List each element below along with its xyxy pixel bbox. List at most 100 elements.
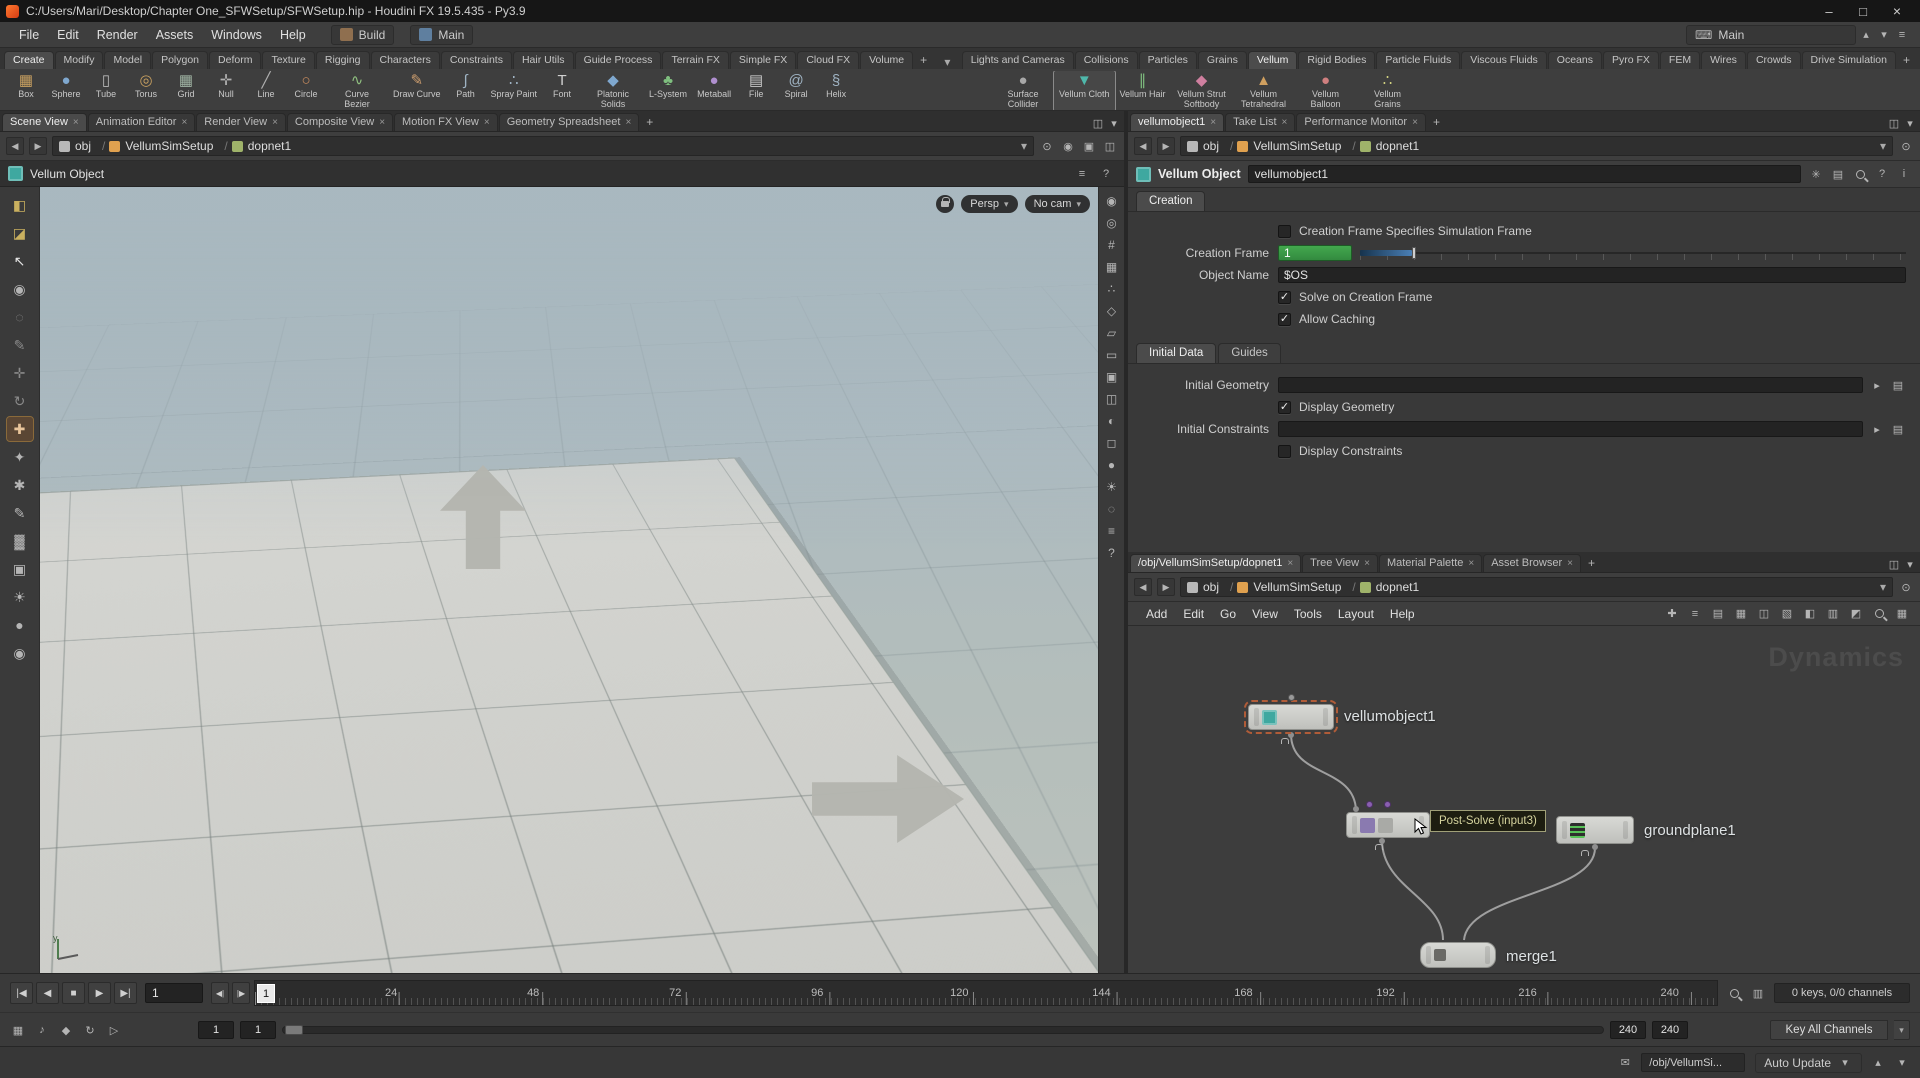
shelf-tool-vellum-strut-softbody[interactable]: ◆ Vellum Strut Softbody (1171, 71, 1233, 110)
network-search-icon[interactable] (1871, 606, 1887, 622)
shelf-tool-platonic-solids[interactable]: ◆ Platonic Solids (582, 71, 644, 110)
shelf-tab-grains[interactable]: Grains (1197, 51, 1247, 69)
shelf-tool-vellum-hair[interactable]: ∥ Vellum Hair (1115, 71, 1171, 110)
pane-menu-icon[interactable]: ▾ (1902, 115, 1918, 131)
pin-icon[interactable]: ⊙ (1039, 138, 1055, 154)
shelf-tool-helix[interactable]: § Helix (816, 71, 856, 110)
paint-tool-icon[interactable]: ✎ (7, 501, 33, 525)
shelf-tool-grid[interactable]: ▦ Grid (166, 71, 206, 110)
path-dropdown-icon[interactable]: ▾ (1021, 139, 1027, 153)
timeline-options-icon[interactable]: ▦ (10, 1022, 26, 1038)
shelf-tab-particle-fluids[interactable]: Particle Fluids (1376, 51, 1461, 69)
playback-end-field[interactable]: 240 (1610, 1021, 1646, 1039)
pane-tab-render-view[interactable]: Render View × (196, 113, 286, 131)
shelf-tab-polygon[interactable]: Polygon (152, 51, 209, 69)
shelf-tool-metaball[interactable]: ● Metaball (692, 71, 736, 110)
path-dropdown-icon[interactable]: ▾ (1880, 139, 1886, 153)
scene-graph-icon[interactable]: ◪ (7, 221, 33, 245)
shelf-tab-fem[interactable]: FEM (1659, 51, 1701, 69)
pane-tab-composite-view[interactable]: Composite View × (286, 113, 394, 131)
shelf-tab-model[interactable]: Model (104, 51, 152, 69)
camera-tool-icon[interactable]: ▣ (7, 557, 33, 581)
display-options-icon[interactable]: ≡ (1074, 166, 1090, 182)
shelf-tab-characters[interactable]: Characters (370, 51, 440, 69)
nav-forward-button[interactable]: ▶ (29, 137, 47, 155)
shelf-tool-spiral[interactable]: @ Spiral (776, 71, 816, 110)
close-tab-icon[interactable]: × (1468, 558, 1474, 569)
node-merge1[interactable] (1420, 942, 1496, 968)
prev-key-button[interactable]: ◀| (211, 982, 229, 1004)
shelf-tab-terrain-fx[interactable]: Terrain FX (662, 51, 729, 69)
crumb-dopnet1[interactable]: dopnet1 (231, 139, 291, 153)
nav-back-button[interactable]: ◀ (1134, 578, 1152, 596)
nav-forward-button[interactable]: ▶ (1157, 137, 1175, 155)
shelf-tool-torus[interactable]: ◎ Torus (126, 71, 166, 110)
menu-help[interactable]: Help (271, 25, 315, 45)
shelf-tab-modify[interactable]: Modify (54, 51, 104, 69)
pane-tab-performance-monitor[interactable]: Performance Monitor × (1296, 113, 1426, 131)
network-menu-tools[interactable]: Tools (1286, 605, 1330, 623)
build-shelf-combo[interactable]: Build (330, 24, 395, 45)
display-options-icon[interactable]: ≡ (1102, 521, 1122, 540)
lighting-icon[interactable]: ☀ (1102, 477, 1122, 496)
pane-tab-tree-view[interactable]: Tree View × (1302, 554, 1378, 572)
smooth-shading-icon[interactable]: ● (1102, 455, 1122, 474)
network-organize-icon[interactable]: ✚ (1664, 606, 1680, 622)
color-palette-icon[interactable]: ▧ (1779, 606, 1795, 622)
shelf-tool-spray-paint[interactable]: ∴ Spray Paint (486, 71, 543, 110)
shelf-tab-hair-utils[interactable]: Hair Utils (512, 51, 574, 69)
close-tab-icon[interactable]: × (1412, 117, 1418, 128)
initial-constraints-field[interactable] (1278, 421, 1863, 437)
node-name-field[interactable]: vellumobject1 (1247, 165, 1801, 183)
close-tab-icon[interactable]: × (73, 117, 79, 128)
translate-tool-icon[interactable]: ✛ (7, 361, 33, 385)
range-slider-thumb[interactable] (285, 1025, 303, 1035)
shelf-tool-l-system[interactable]: ♣ L-System (644, 71, 692, 110)
shelf-tab-particles[interactable]: Particles (1138, 51, 1197, 69)
pane-menu-icon[interactable]: ▾ (1106, 115, 1122, 131)
close-tab-icon[interactable]: × (1287, 558, 1293, 569)
current-frame-field[interactable]: 1 (145, 983, 203, 1003)
shelf-tab-deform[interactable]: Deform (209, 51, 262, 69)
crumb-vellumsimsetup[interactable]: VellumSimSetup (1237, 580, 1355, 594)
point-snap-icon[interactable]: ∴ (1102, 279, 1122, 298)
shelf-tool-circle[interactable]: ○ Circle (286, 71, 326, 110)
key-all-channels-dropdown[interactable]: ▾ (1894, 1020, 1910, 1040)
shape-palette-icon[interactable]: ◧ (1802, 606, 1818, 622)
desktop-menu-icon[interactable]: ≡ (1894, 27, 1910, 43)
tab-guides[interactable]: Guides (1218, 343, 1281, 363)
creation-frame-field[interactable]: 1 (1278, 245, 1352, 261)
network-canvas[interactable]: Dynamics vellumobject1 Post-Solve (input… (1128, 626, 1920, 973)
handles-tool-icon[interactable]: ✚ (5, 416, 34, 442)
network-list-icon[interactable]: ▤ (1710, 606, 1726, 622)
sticky-note-icon[interactable]: ▥ (1825, 606, 1841, 622)
timeline-ruler[interactable]: 1 24 48 72 96 120 144 168 192 216 240 (254, 980, 1718, 1006)
shelf-tool-path[interactable]: ∫ Path (446, 71, 486, 110)
shelf-tab-constraints[interactable]: Constraints (440, 51, 512, 69)
shelf-tab-volume[interactable]: Volume (860, 51, 914, 69)
close-tab-icon[interactable]: × (484, 117, 490, 128)
animation-options-icon[interactable]: ↻ (82, 1022, 98, 1038)
play-button[interactable]: ▶ (88, 982, 111, 1004)
add-pane-tab-button[interactable]: + (1582, 554, 1601, 572)
solve-on-creation-frame-checkbox[interactable]: ✓ (1278, 290, 1291, 304)
construction-plane-icon[interactable]: ▱ (1102, 323, 1122, 342)
shelf-tab-guide-process[interactable]: Guide Process (574, 51, 662, 69)
info-icon[interactable]: i (1896, 166, 1912, 182)
shelf-tab-rigid-bodies[interactable]: Rigid Bodies (1298, 51, 1376, 69)
shelf-overflow-menu[interactable]: ▾ (933, 55, 962, 69)
path-dropdown-icon[interactable]: ▾ (1880, 580, 1886, 594)
object-name-field[interactable]: $OS (1278, 267, 1906, 283)
reference-image-icon[interactable]: ▭ (1102, 345, 1122, 364)
link-icon[interactable]: ◉ (1060, 138, 1076, 154)
add-pane-tab-button[interactable]: + (640, 113, 659, 131)
nav-forward-button[interactable]: ▶ (1157, 578, 1175, 596)
isolate-selection-icon[interactable]: ◎ (1102, 213, 1122, 232)
close-tab-icon[interactable]: × (379, 117, 385, 128)
playhead-marker[interactable]: 1 (257, 984, 275, 1003)
nav-back-button[interactable]: ◀ (6, 137, 24, 155)
add-shelf-tab-button[interactable]: + (914, 51, 933, 69)
background-image-icon[interactable]: ◩ (1848, 606, 1864, 622)
update-spin-up-icon[interactable]: ▴ (1870, 1055, 1886, 1071)
multisnap-icon[interactable]: ◇ (1102, 301, 1122, 320)
